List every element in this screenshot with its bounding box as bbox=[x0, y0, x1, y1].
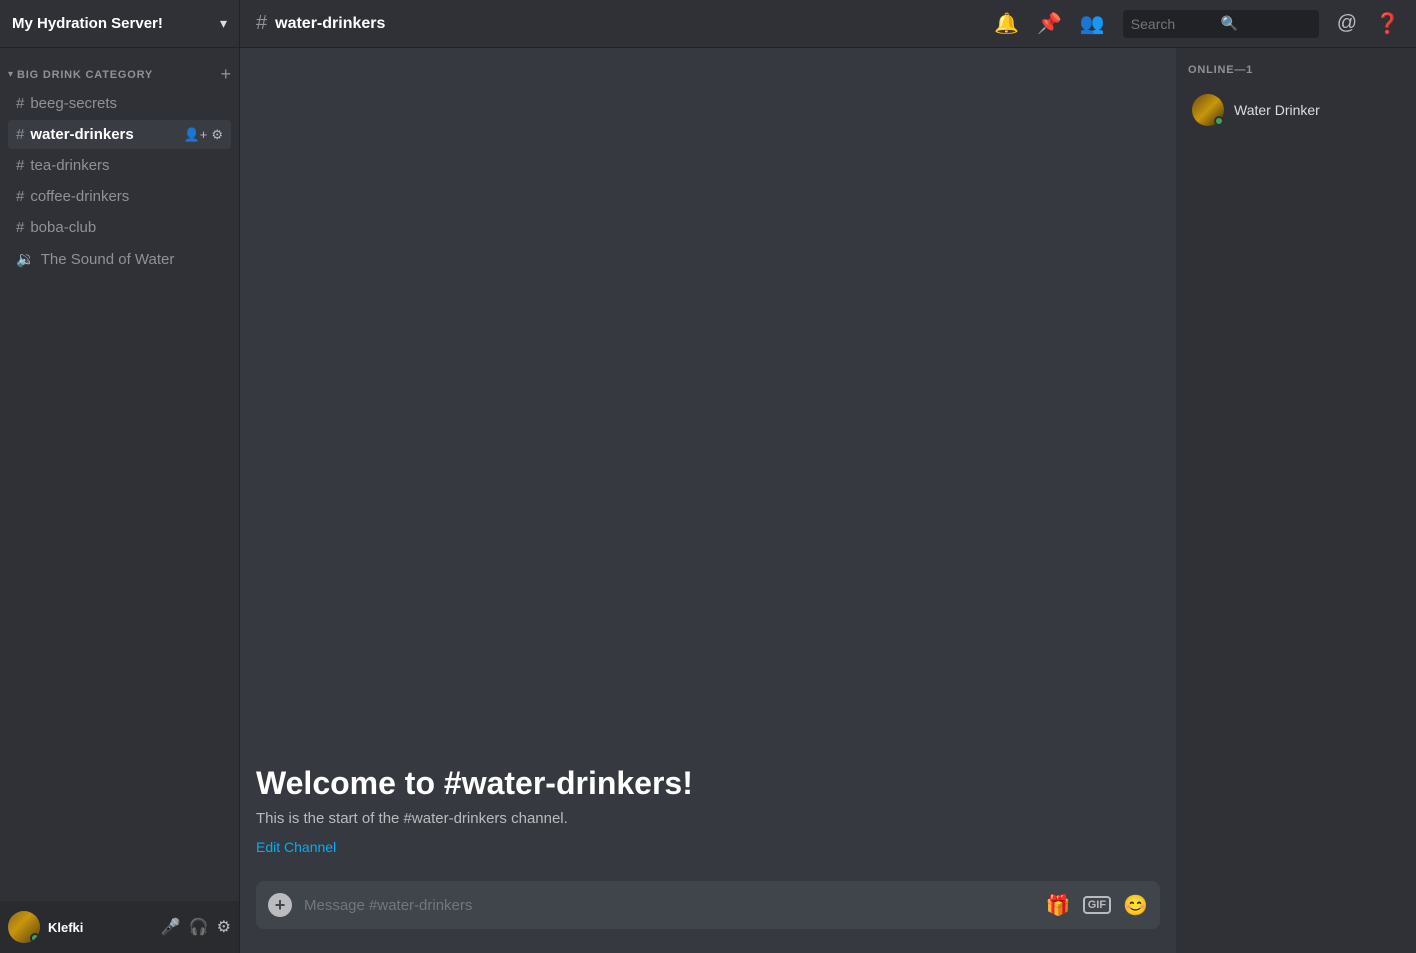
channel-name-label: boba-club bbox=[30, 219, 223, 236]
channel-header-name: water-drinkers bbox=[275, 15, 385, 33]
topbar-icons: 🔔 📌 👥 Search 🔍 @ ❓ bbox=[994, 10, 1416, 38]
user-settings-icon[interactable]: ⚙ bbox=[217, 917, 231, 937]
add-attachment-button[interactable]: + bbox=[268, 893, 292, 917]
category-header[interactable]: ▾ BIG DRINK CATEGORY + bbox=[0, 48, 239, 89]
message-input[interactable] bbox=[304, 897, 1034, 914]
add-member-icon[interactable]: 👤+ bbox=[184, 127, 208, 143]
online-header: ONLINE—1 bbox=[1188, 64, 1404, 76]
channel-list: # beeg-secrets 👤+ ⚙ # water-drinkers 👤+ … bbox=[0, 89, 239, 901]
category-arrow-icon: ▾ bbox=[8, 69, 13, 80]
settings-icon[interactable]: ⚙ bbox=[211, 127, 223, 143]
user-name-label: Klefki bbox=[48, 920, 161, 935]
main-content: Welcome to #water-drinkers! This is the … bbox=[240, 48, 1176, 953]
channel-name-label: water-drinkers bbox=[30, 126, 183, 143]
speaker-icon: 🔉 bbox=[16, 250, 35, 268]
settings-icon[interactable]: ⚙ bbox=[211, 96, 223, 112]
hash-icon: # bbox=[16, 219, 24, 236]
messages-area: Welcome to #water-drinkers! This is the … bbox=[240, 48, 1176, 881]
user-bar: Klefki 🎤 🎧 ⚙ bbox=[0, 901, 239, 953]
channel-actions: 👤+ ⚙ bbox=[184, 127, 223, 143]
help-icon[interactable]: ❓ bbox=[1375, 11, 1400, 36]
add-channel-icon[interactable]: + bbox=[220, 64, 231, 85]
hash-icon: # bbox=[16, 95, 24, 112]
search-icon: 🔍 bbox=[1221, 15, 1311, 32]
welcome-subtitle: This is the start of the #water-drinkers… bbox=[256, 810, 1160, 827]
channel-header: # water-drinkers bbox=[240, 0, 994, 47]
main-layout: ▾ BIG DRINK CATEGORY + # beeg-secrets 👤+… bbox=[0, 48, 1416, 953]
user-avatar bbox=[8, 911, 40, 943]
hash-icon: # bbox=[16, 188, 24, 205]
channel-name-label: coffee-drinkers bbox=[30, 188, 223, 205]
at-icon[interactable]: @ bbox=[1337, 12, 1357, 35]
pin-icon[interactable]: 📌 bbox=[1037, 11, 1062, 36]
welcome-title: Welcome to #water-drinkers! bbox=[256, 765, 1160, 802]
sidebar-item-water-drinkers[interactable]: # water-drinkers 👤+ ⚙ bbox=[8, 120, 231, 149]
member-avatar bbox=[1192, 94, 1224, 126]
members-icon[interactable]: 👥 bbox=[1080, 11, 1105, 36]
message-input-area: + 🎁 GIF 😊 bbox=[240, 881, 1176, 953]
user-controls: 🎤 🎧 ⚙ bbox=[161, 917, 231, 937]
user-status-dot bbox=[30, 933, 40, 943]
server-name-label: My Hydration Server! bbox=[12, 15, 216, 32]
hash-icon: # bbox=[256, 12, 267, 35]
category-label: BIG DRINK CATEGORY bbox=[17, 69, 220, 81]
gif-button[interactable]: GIF bbox=[1083, 896, 1111, 914]
add-member-icon[interactable]: 👤+ bbox=[184, 96, 208, 112]
edit-channel-link[interactable]: Edit Channel bbox=[256, 839, 336, 855]
headphones-icon[interactable]: 🎧 bbox=[189, 917, 209, 937]
member-name-label: Water Drinker bbox=[1234, 102, 1320, 118]
search-box[interactable]: Search 🔍 bbox=[1123, 10, 1319, 38]
topbar: My Hydration Server! ▾ # water-drinkers … bbox=[0, 0, 1416, 48]
sidebar-item-tea-drinkers[interactable]: # tea-drinkers bbox=[8, 151, 231, 180]
bell-icon[interactable]: 🔔 bbox=[994, 11, 1019, 36]
emoji-icon[interactable]: 😊 bbox=[1123, 893, 1148, 918]
hash-icon: # bbox=[16, 157, 24, 174]
sidebar: ▾ BIG DRINK CATEGORY + # beeg-secrets 👤+… bbox=[0, 48, 240, 953]
search-placeholder: Search bbox=[1131, 16, 1221, 32]
channel-name-label: beeg-secrets bbox=[30, 95, 183, 112]
message-input-box: + 🎁 GIF 😊 bbox=[256, 881, 1160, 929]
member-item-water-drinker[interactable]: Water Drinker bbox=[1188, 88, 1404, 132]
sidebar-item-coffee-drinkers[interactable]: # coffee-drinkers bbox=[8, 182, 231, 211]
welcome-section: Welcome to #water-drinkers! This is the … bbox=[256, 725, 1160, 881]
channel-name-label: tea-drinkers bbox=[30, 157, 223, 174]
hash-icon: # bbox=[16, 126, 24, 143]
input-icons: 🎁 GIF 😊 bbox=[1046, 893, 1148, 918]
server-name-button[interactable]: My Hydration Server! ▾ bbox=[0, 0, 240, 47]
channel-name-label: The Sound of Water bbox=[41, 251, 223, 268]
right-sidebar: ONLINE—1 Water Drinker bbox=[1176, 48, 1416, 953]
sidebar-item-boba-club[interactable]: # boba-club bbox=[8, 213, 231, 242]
gift-icon[interactable]: 🎁 bbox=[1046, 893, 1071, 918]
member-status-dot bbox=[1214, 116, 1224, 126]
sidebar-item-the-sound-of-water[interactable]: 🔉 The Sound of Water bbox=[8, 244, 231, 274]
sidebar-item-beeg-secrets[interactable]: # beeg-secrets 👤+ ⚙ bbox=[8, 89, 231, 118]
microphone-icon[interactable]: 🎤 bbox=[161, 917, 181, 937]
chevron-down-icon: ▾ bbox=[220, 15, 227, 32]
